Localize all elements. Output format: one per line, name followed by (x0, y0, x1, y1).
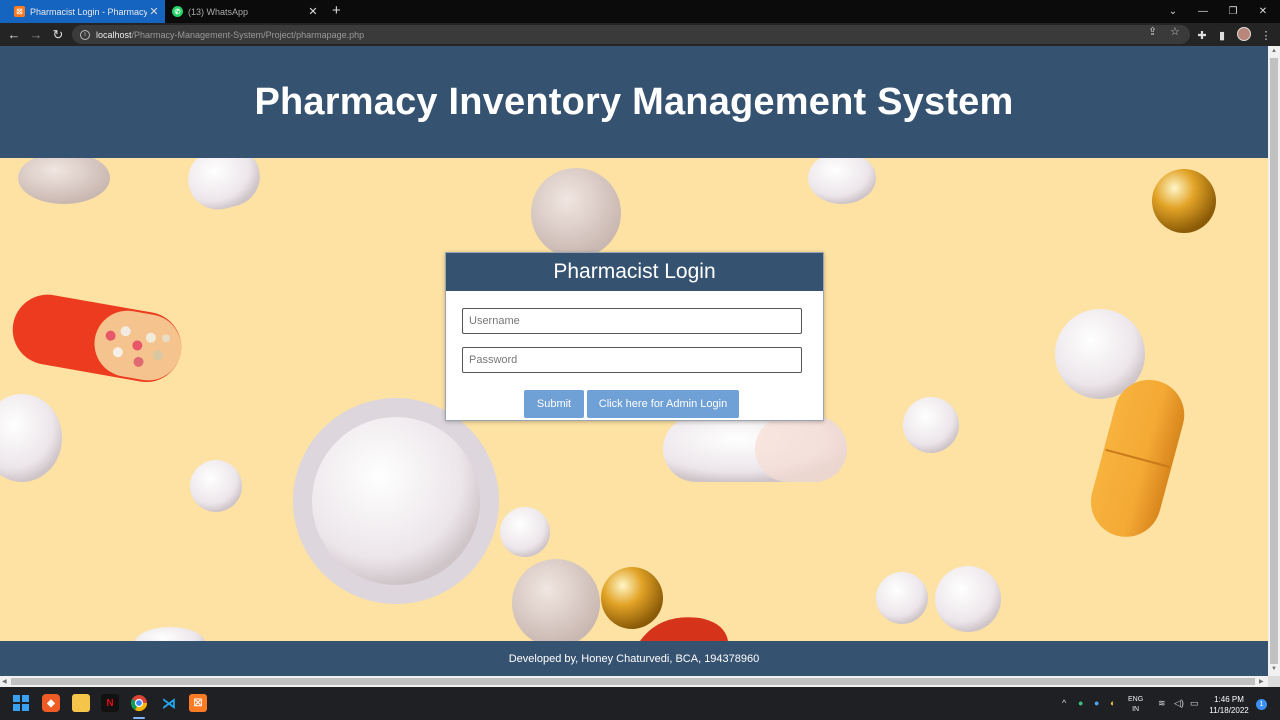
close-tab-icon[interactable]: ✕ (306, 5, 320, 18)
update-tray-icon[interactable]: ◐ (1110, 698, 1115, 708)
close-window-button[interactable]: ✕ (1248, 0, 1278, 23)
tab-whatsapp[interactable]: ✆ (13) WhatsApp ✕ (166, 0, 324, 23)
security-tray-icon[interactable]: ● (1094, 698, 1099, 708)
url-path: /Pharmacy-Management-System/Project/phar… (131, 29, 365, 40)
language-region: IN (1132, 706, 1140, 713)
onedrive-tray-icon[interactable]: ● (1078, 698, 1083, 708)
extensions-icon[interactable]: ✚ (1194, 27, 1210, 43)
browser-tab-bar: ☒ Pharmacist Login - Pharmacy Inv ✕ ✆ (1… (0, 0, 1280, 23)
web-page: Pharmacy Inventory Management System Pha… (0, 46, 1268, 676)
scroll-up-icon[interactable]: ▲ (1271, 48, 1277, 54)
vertical-scroll-thumb[interactable] (1270, 58, 1278, 664)
share-icon[interactable]: ⇪ (1148, 25, 1157, 38)
vscode-icon[interactable]: ⋊ (160, 694, 178, 712)
wifi-icon[interactable]: ≋ (1158, 698, 1166, 709)
reload-button[interactable]: ↻ (49, 26, 67, 43)
clock-time: 1:46 PM (1214, 695, 1244, 704)
active-app-indicator (133, 717, 145, 719)
clock-date: 11/18/2022 (1209, 706, 1249, 715)
show-hidden-icons[interactable]: ^ (1062, 698, 1066, 708)
brave-browser-icon[interactable]: ◆ (42, 694, 60, 712)
scroll-right-icon[interactable]: ▶ (1259, 678, 1264, 685)
admin-login-button[interactable]: Click here for Admin Login (587, 390, 739, 418)
site-footer: Developed by, Honey Chaturvedi, BCA, 194… (0, 641, 1268, 676)
tab-search-icon[interactable]: ⌄ (1158, 0, 1188, 23)
menu-icon[interactable]: ⋮ (1258, 27, 1274, 43)
login-form: Pharmacist Login Submit Click here for A… (445, 252, 824, 421)
scrollbar-corner (1268, 676, 1280, 687)
restore-button[interactable]: ❐ (1218, 0, 1248, 23)
file-explorer-icon[interactable] (72, 694, 90, 712)
forward-button[interactable]: → (27, 26, 45, 43)
page-title: Pharmacy Inventory Management System (254, 80, 1014, 123)
windows-start-icon[interactable] (12, 694, 30, 712)
scroll-down-icon[interactable]: ▼ (1271, 666, 1277, 672)
new-tab-button[interactable]: + (332, 2, 341, 19)
netflix-icon[interactable]: N (101, 694, 119, 712)
minimize-button[interactable]: — (1188, 0, 1218, 23)
site-info-icon[interactable]: i (80, 29, 90, 40)
horizontal-scrollbar[interactable]: ◀ ▶ (0, 676, 1268, 687)
login-heading: Pharmacist Login (446, 253, 823, 291)
battery-icon[interactable]: ▭ (1190, 698, 1199, 709)
username-input[interactable] (462, 308, 802, 334)
language-code: ENG (1128, 696, 1144, 703)
side-panel-icon[interactable]: ▮ (1214, 27, 1230, 43)
vertical-scrollbar[interactable]: ▲ ▼ (1268, 46, 1280, 676)
password-input[interactable] (462, 347, 802, 373)
system-clock[interactable]: 1:46 PM 11/18/2022 (1206, 694, 1252, 716)
windows-taskbar: ◆ N ⋊ ☒ ^ ● ● ◐ ENG IN ≋ ◁) ▭ 1:46 PM 11… (0, 687, 1280, 720)
profile-avatar[interactable] (1237, 27, 1251, 41)
scroll-left-icon[interactable]: ◀ (2, 678, 7, 685)
whatsapp-icon: ✆ (172, 6, 183, 17)
browser-toolbar: ← → ↻ i localhost/Pharmacy-Management-Sy… (0, 23, 1280, 46)
xampp-taskbar-icon[interactable]: ☒ (189, 694, 207, 712)
xampp-icon: ☒ (14, 6, 25, 17)
tab-title: Pharmacist Login - Pharmacy Inv (30, 6, 147, 17)
chrome-icon[interactable] (130, 694, 148, 712)
tab-pharmacist-login[interactable]: ☒ Pharmacist Login - Pharmacy Inv ✕ (0, 0, 165, 23)
horizontal-scroll-thumb[interactable] (11, 678, 1255, 685)
tab-title: (13) WhatsApp (188, 6, 249, 17)
language-indicator[interactable]: ENG IN (1128, 695, 1143, 715)
site-header: Pharmacy Inventory Management System (0, 46, 1268, 158)
url-host: localhost (96, 29, 132, 40)
close-tab-icon[interactable]: ✕ (147, 5, 161, 18)
submit-button[interactable]: Submit (524, 390, 584, 418)
notification-badge[interactable]: 1 (1256, 699, 1267, 710)
footer-credit: Developed by, Honey Chaturvedi, BCA, 194… (508, 652, 760, 665)
bookmark-star-icon[interactable]: ☆ (1170, 25, 1180, 38)
address-bar[interactable]: i localhost/Pharmacy-Management-System/P… (72, 25, 1190, 44)
back-button[interactable]: ← (5, 26, 23, 43)
volume-icon[interactable]: ◁) (1174, 698, 1184, 709)
